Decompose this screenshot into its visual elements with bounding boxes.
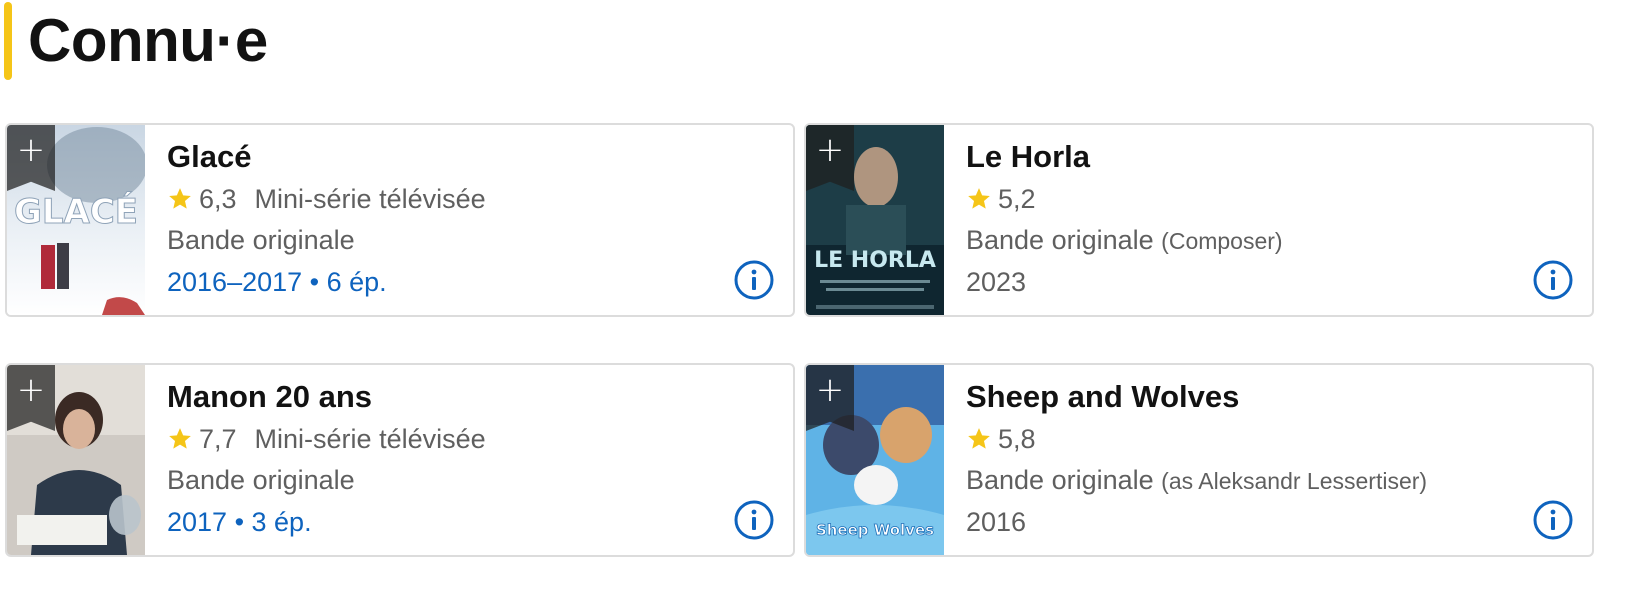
section-title: Connu·e bbox=[28, 7, 268, 74]
rating-value: 7,7 bbox=[199, 424, 237, 454]
card-info: Manon 20 ans 7,7 Mini-série télévisée Ba… bbox=[167, 375, 723, 543]
card-title[interactable]: Glacé bbox=[167, 135, 723, 179]
add-to-watchlist-button[interactable]: + bbox=[7, 125, 55, 191]
svg-text:GLACÉ: GLACÉ bbox=[14, 191, 138, 232]
role-label: Bande originale bbox=[167, 225, 355, 255]
plus-icon: + bbox=[16, 370, 46, 410]
rating-row: 6,3 Mini-série télévisée bbox=[167, 179, 723, 219]
rating-value: 5,2 bbox=[998, 184, 1036, 214]
rating-row: 5,2 bbox=[966, 179, 1522, 219]
info-icon bbox=[734, 260, 774, 300]
card-title[interactable]: Le Horla bbox=[966, 135, 1522, 179]
star-icon bbox=[169, 428, 191, 449]
known-for-card-le-horla[interactable]: LE HORLA + Le Horla 5,2 Bande originale … bbox=[804, 123, 1594, 317]
add-to-watchlist-button[interactable]: + bbox=[806, 125, 854, 191]
title-type: Mini-série télévisée bbox=[254, 424, 486, 454]
role-row: Bande originale bbox=[167, 219, 723, 261]
rating-value: 6,3 bbox=[199, 184, 237, 214]
star-icon bbox=[968, 428, 990, 449]
card-title[interactable]: Sheep and Wolves bbox=[966, 375, 1522, 419]
role-row: Bande originale bbox=[167, 459, 723, 501]
role-label: Bande originale bbox=[966, 465, 1154, 495]
star-icon bbox=[169, 188, 191, 209]
role-note: (as Aleksandr Lessertiser) bbox=[1161, 468, 1428, 494]
episodes-link[interactable]: 2016–2017 • 6 ép. bbox=[167, 261, 723, 303]
card-info: Sheep and Wolves 5,8 Bande originale (as… bbox=[966, 375, 1522, 543]
rating-value: 5,8 bbox=[998, 424, 1036, 454]
plus-icon: + bbox=[815, 370, 845, 410]
section-header: Connu·e bbox=[0, 0, 600, 82]
info-icon bbox=[1533, 260, 1573, 300]
svg-text:LE HORLA: LE HORLA bbox=[814, 248, 936, 273]
title-type: Mini-série télévisée bbox=[254, 184, 486, 214]
role-note: (Composer) bbox=[1161, 228, 1283, 254]
rating-row: 7,7 Mini-série télévisée bbox=[167, 419, 723, 459]
svg-text:Sheep Wolves: Sheep Wolves bbox=[816, 521, 934, 539]
card-title[interactable]: Manon 20 ans bbox=[167, 375, 723, 419]
section-accent-bar bbox=[4, 2, 12, 80]
year-label: 2023 bbox=[966, 267, 1027, 297]
info-button[interactable] bbox=[733, 259, 775, 301]
role-label: Bande originale bbox=[966, 225, 1154, 255]
add-to-watchlist-button[interactable]: + bbox=[7, 365, 55, 431]
info-icon bbox=[1533, 500, 1573, 540]
known-for-card-sheep-and-wolves[interactable]: Sheep Wolves + Sheep and Wolves 5,8 Band… bbox=[804, 363, 1594, 557]
role-row: Bande originale (Composer) bbox=[966, 219, 1522, 261]
rating-row: 5,8 bbox=[966, 419, 1522, 459]
episodes-link[interactable]: 2017 • 3 ép. bbox=[167, 501, 723, 543]
star-icon bbox=[968, 188, 990, 209]
info-icon bbox=[734, 500, 774, 540]
known-for-card-manon-20-ans[interactable]: + Manon 20 ans 7,7 Mini-série télévisée … bbox=[5, 363, 795, 557]
poster-image[interactable]: Sheep Wolves + bbox=[806, 365, 944, 555]
plus-icon: + bbox=[16, 130, 46, 170]
role-row: Bande originale (as Aleksandr Lessertise… bbox=[966, 459, 1522, 501]
plus-icon: + bbox=[815, 130, 845, 170]
info-button[interactable] bbox=[1532, 259, 1574, 301]
poster-image[interactable]: GLACÉ + bbox=[7, 125, 145, 315]
card-info: Le Horla 5,2 Bande originale (Composer) … bbox=[966, 135, 1522, 303]
card-info: Glacé 6,3 Mini-série télévisée Bande ori… bbox=[167, 135, 723, 303]
poster-image[interactable]: + bbox=[7, 365, 145, 555]
info-button[interactable] bbox=[1532, 499, 1574, 541]
year-label: 2016 bbox=[966, 507, 1027, 537]
known-for-card-glace[interactable]: GLACÉ + Glacé 6,3 Mini-série télévisée B… bbox=[5, 123, 795, 317]
info-button[interactable] bbox=[733, 499, 775, 541]
poster-image[interactable]: LE HORLA + bbox=[806, 125, 944, 315]
role-label: Bande originale bbox=[167, 465, 355, 495]
add-to-watchlist-button[interactable]: + bbox=[806, 365, 854, 431]
